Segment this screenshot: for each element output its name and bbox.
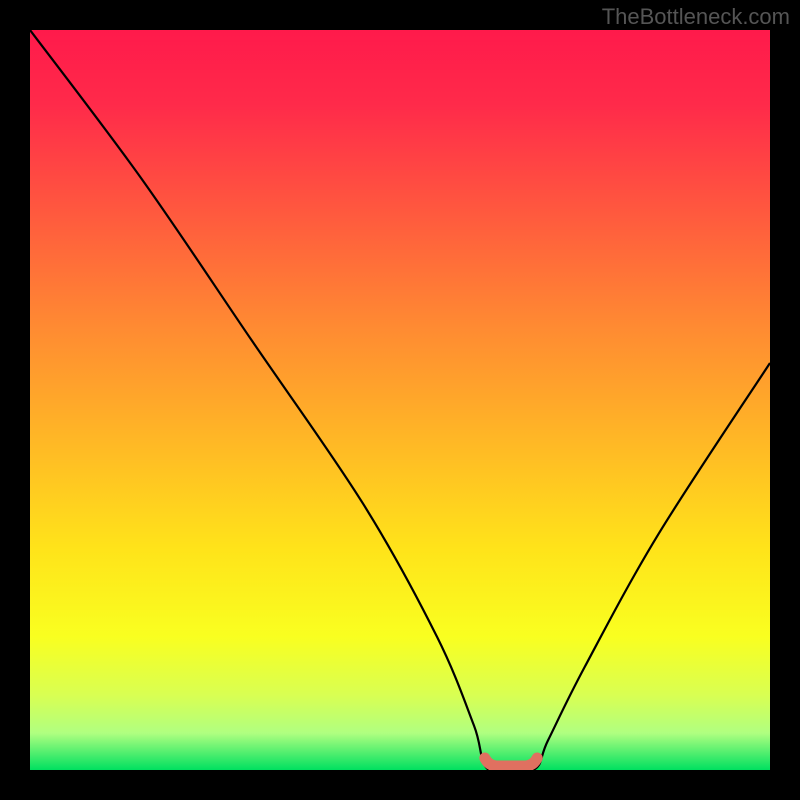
plot-area (30, 30, 770, 770)
optimal-range-marker (485, 758, 537, 766)
chart-svg (30, 30, 770, 770)
chart-container: TheBottleneck.com (0, 0, 800, 800)
watermark-text: TheBottleneck.com (602, 4, 790, 30)
bottleneck-curve (30, 30, 770, 770)
